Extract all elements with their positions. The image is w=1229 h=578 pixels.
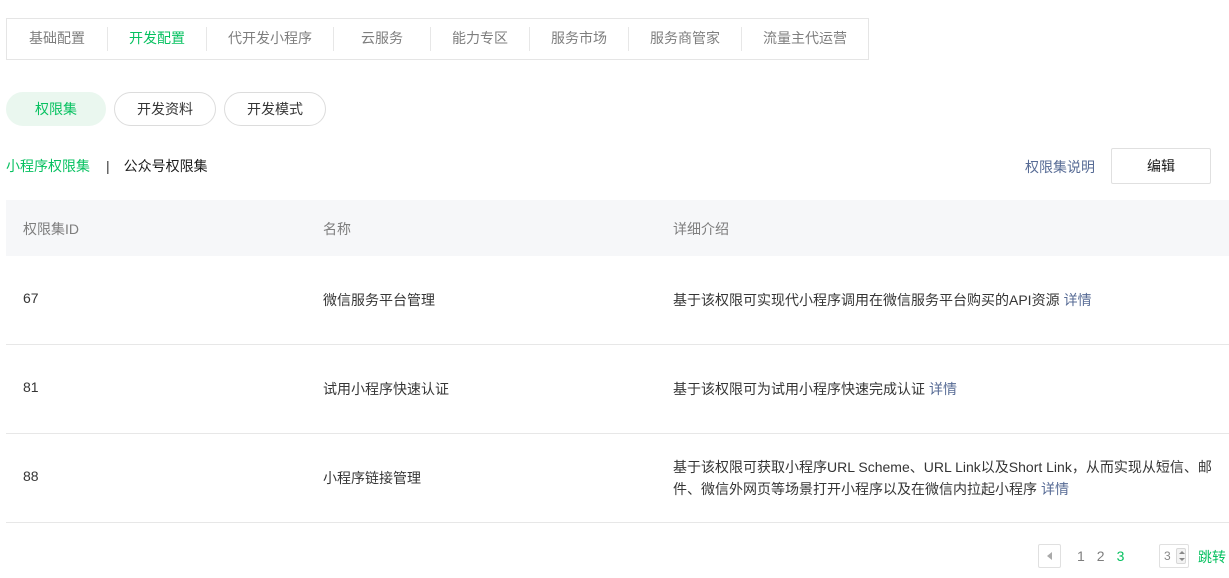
row-detail-link[interactable]: 详情 <box>1064 292 1092 308</box>
official-account-permission-link[interactable]: 公众号权限集 <box>124 156 208 176</box>
row-id: 88 <box>23 468 39 484</box>
top-nav: 基础配置 开发配置 代开发小程序 云服务 能力专区 服务市场 服务商管家 流量主… <box>6 18 869 60</box>
prev-page-button[interactable] <box>1038 544 1061 568</box>
page-number-3[interactable]: 3 <box>1117 548 1125 564</box>
tab-dev-miniprogram[interactable]: 代开发小程序 <box>207 18 333 60</box>
sub-tabs: 权限集 开发资料 开发模式 <box>6 92 326 126</box>
row-desc: 基于该权限可实现代小程序调用在微信服务平台购买的API资源 详情 <box>673 289 1213 311</box>
table-row: 88 小程序链接管理 基于该权限可获取小程序URL Scheme、URL Lin… <box>6 434 1229 523</box>
tab-cloud-service[interactable]: 云服务 <box>334 18 430 60</box>
edit-button[interactable]: 编辑 <box>1111 148 1211 184</box>
row-name: 试用小程序快速认证 <box>323 381 449 397</box>
chevron-left-icon <box>1046 552 1052 560</box>
pill-dev-docs[interactable]: 开发资料 <box>114 92 216 126</box>
row-desc-text: 基于该权限可实现代小程序调用在微信服务平台购买的API资源 <box>673 292 1060 308</box>
pill-dev-mode[interactable]: 开发模式 <box>224 92 326 126</box>
row-desc-text: 基于该权限可获取小程序URL Scheme、URL Link以及Short Li… <box>673 459 1212 497</box>
header-desc: 详细介绍 <box>673 221 729 237</box>
page-jump-input[interactable]: 3 <box>1159 544 1189 568</box>
table-row: 81 试用小程序快速认证 基于该权限可为试用小程序快速完成认证 详情 <box>6 345 1229 434</box>
pill-permission-set[interactable]: 权限集 <box>6 92 106 126</box>
pagination: 1 2 3 <box>1038 543 1124 569</box>
tab-dev-config[interactable]: 开发配置 <box>108 18 206 60</box>
row-id: 81 <box>23 379 39 395</box>
row-desc-text: 基于该权限可为试用小程序快速完成认证 <box>673 381 925 397</box>
spinner-icon[interactable] <box>1176 548 1186 564</box>
header-id: 权限集ID <box>23 221 79 237</box>
row-name: 微信服务平台管理 <box>323 292 435 308</box>
row-detail-link[interactable]: 详情 <box>929 381 957 397</box>
page-number-2[interactable]: 2 <box>1097 548 1105 564</box>
tab-basic-config[interactable]: 基础配置 <box>7 18 107 60</box>
page-jump-value: 3 <box>1164 549 1171 563</box>
row-desc: 基于该权限可为试用小程序快速完成认证 详情 <box>673 378 1213 400</box>
page-jump-button[interactable]: 跳转 <box>1198 547 1226 567</box>
tab-traffic-ops[interactable]: 流量主代运营 <box>742 18 868 60</box>
permission-explain-link[interactable]: 权限集说明 <box>1025 157 1095 177</box>
table-header: 权限集ID 名称 详细介绍 <box>6 200 1229 256</box>
tab-provider-butler[interactable]: 服务商管家 <box>629 18 741 60</box>
row-detail-link[interactable]: 详情 <box>1041 481 1069 497</box>
miniprogram-permission-link[interactable]: 小程序权限集 <box>6 156 90 176</box>
tab-capability-zone[interactable]: 能力专区 <box>431 18 529 60</box>
row-desc: 基于该权限可获取小程序URL Scheme、URL Link以及Short Li… <box>673 456 1213 500</box>
page-number-1[interactable]: 1 <box>1077 548 1085 564</box>
row-name: 小程序链接管理 <box>323 470 421 486</box>
permission-type-switch: 小程序权限集 | 公众号权限集 <box>6 156 208 176</box>
page: 基础配置 开发配置 代开发小程序 云服务 能力专区 服务市场 服务商管家 流量主… <box>0 0 1229 578</box>
tab-service-market[interactable]: 服务市场 <box>530 18 628 60</box>
subhead-divider: | <box>106 158 110 174</box>
header-name: 名称 <box>323 221 351 237</box>
row-id: 67 <box>23 290 39 306</box>
table-row: 67 微信服务平台管理 基于该权限可实现代小程序调用在微信服务平台购买的API资… <box>6 256 1229 345</box>
